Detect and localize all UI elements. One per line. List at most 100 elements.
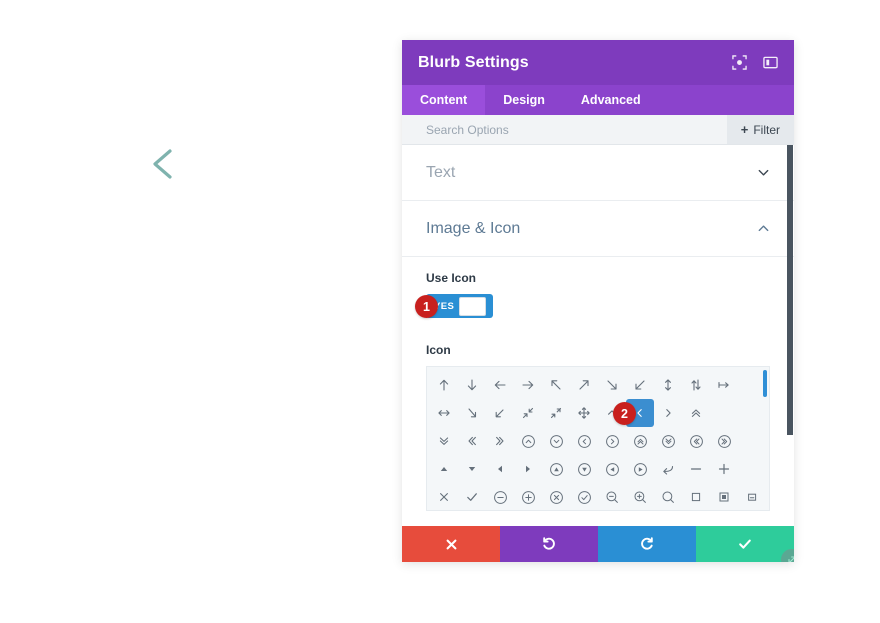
panel-header: Blurb Settings — [402, 40, 794, 85]
icon-square-icon[interactable] — [682, 483, 710, 510]
icon-close-x-icon[interactable] — [430, 483, 458, 510]
panel-scrollbar-track[interactable] — [786, 145, 794, 526]
icon-circle-chevron-right-icon[interactable] — [598, 427, 626, 455]
layout-panel-icon[interactable] — [763, 55, 778, 70]
icon-triangle-right-icon[interactable] — [514, 455, 542, 483]
icon-chevrons-up-icon[interactable] — [682, 399, 710, 427]
icon-circle-check-icon[interactable] — [570, 483, 598, 510]
section-text-title: Text — [426, 163, 456, 181]
redo-icon — [641, 537, 653, 550]
icon-arrow-right-icon[interactable] — [514, 371, 542, 399]
icon-circle-chevrons-right-icon[interactable] — [710, 427, 738, 455]
icon-check-icon[interactable] — [458, 483, 486, 510]
icon-triangle-down-icon[interactable] — [458, 455, 486, 483]
icon-grid-scrollbar[interactable] — [763, 370, 767, 397]
icon-arrow-up-icon[interactable] — [430, 371, 458, 399]
icon-circle-chevrons-up-icon[interactable] — [626, 427, 654, 455]
icon-arrow-down-right-icon[interactable] — [598, 371, 626, 399]
icon-arrow-up-left-icon[interactable] — [542, 371, 570, 399]
icon-grid: 2 — [427, 367, 769, 510]
icon-zoom-in-icon[interactable] — [626, 483, 654, 510]
cancel-button[interactable] — [402, 526, 500, 562]
search-input[interactable] — [426, 122, 727, 137]
icon-triangle-up-icon[interactable] — [430, 455, 458, 483]
icon-arrow-right-to-bar-icon[interactable] — [710, 371, 738, 399]
plus-icon: + — [740, 122, 749, 137]
icon-circle-minus-icon[interactable] — [486, 483, 514, 510]
use-icon-label: Use Icon — [426, 271, 477, 285]
undo-button[interactable] — [500, 526, 598, 562]
section-image-icon-title: Image & Icon — [426, 219, 521, 237]
icon-circle-triangle-up-icon[interactable] — [542, 455, 570, 483]
panel-action-bar — [402, 526, 794, 562]
blurb-settings-panel: Blurb Settings Content Design Advanced S… — [402, 40, 794, 562]
header-icon-group — [732, 55, 778, 70]
icon-chevrons-down-icon[interactable] — [430, 427, 458, 455]
icon-arrows-expand-icon[interactable] — [542, 399, 570, 427]
chevron-down-icon — [758, 169, 769, 176]
icon-circle-chevron-left-icon[interactable] — [570, 427, 598, 455]
close-x-icon — [446, 539, 456, 549]
panel-body: Text Image & Icon Use Icon 1 YES Icon 2 — [402, 145, 794, 526]
icon-chevrons-left-icon[interactable] — [458, 427, 486, 455]
section-text[interactable]: Text — [402, 145, 794, 201]
icon-arrow-expand-down-right-icon[interactable] — [458, 399, 486, 427]
annotation-badge-1: 1 — [415, 295, 438, 318]
undo-icon — [543, 537, 555, 550]
icon-arrow-return-icon[interactable] — [654, 455, 682, 483]
icon-circle-triangle-right-icon[interactable] — [626, 455, 654, 483]
icon-arrow-left-icon[interactable] — [486, 371, 514, 399]
resize-diagonal-icon — [787, 555, 794, 562]
canvas-back-chevron[interactable] — [146, 146, 182, 182]
icon-minus-icon[interactable] — [682, 455, 710, 483]
icon-circle-chevron-down-icon[interactable] — [542, 427, 570, 455]
search-row: + Filter — [402, 115, 794, 145]
icon-zoom-out-icon[interactable] — [598, 483, 626, 510]
icon-circle-chevrons-down-icon[interactable] — [654, 427, 682, 455]
icon-arrows-collapse-icon[interactable] — [514, 399, 542, 427]
tab-content[interactable]: Content — [402, 85, 486, 115]
icon-minimize-icon[interactable] — [738, 483, 766, 510]
focus-target-icon[interactable] — [732, 55, 747, 70]
icon-spacer-3 — [738, 399, 766, 427]
icon-picker: 2 — [426, 366, 770, 511]
icon-arrows-horizontal-icon[interactable] — [430, 399, 458, 427]
save-button[interactable] — [696, 526, 794, 562]
icon-circle-triangle-down-icon[interactable] — [570, 455, 598, 483]
icon-spacer-5 — [738, 455, 766, 483]
icon-arrow-down-icon[interactable] — [458, 371, 486, 399]
image-icon-section-body: Use Icon 1 YES Icon 2 — [402, 257, 794, 526]
icon-arrow-up-right-icon[interactable] — [570, 371, 598, 399]
icon-chevrons-right-icon[interactable] — [486, 427, 514, 455]
filter-button[interactable]: + Filter — [726, 115, 794, 144]
toggle-knob — [459, 296, 487, 316]
icon-spacer-4 — [738, 427, 766, 455]
icon-search-icon[interactable] — [654, 483, 682, 510]
icon-circle-plus-icon[interactable] — [514, 483, 542, 510]
icon-chevron-left-small-icon[interactable]: 2 — [613, 399, 654, 427]
icon-circle-triangle-left-icon[interactable] — [598, 455, 626, 483]
tab-design[interactable]: Design — [485, 85, 563, 115]
redo-button[interactable] — [598, 526, 696, 562]
icon-triangle-left-icon[interactable] — [486, 455, 514, 483]
icon-move-icon[interactable] — [570, 399, 598, 427]
use-icon-toggle-wrap: 1 YES — [415, 294, 493, 318]
icon-chevron-right-small-icon[interactable] — [654, 399, 682, 427]
section-image-icon[interactable]: Image & Icon — [402, 201, 794, 257]
icon-circle-chevrons-left-icon[interactable] — [682, 427, 710, 455]
icon-circle-chevron-up-icon[interactable] — [514, 427, 542, 455]
icon-plus-icon[interactable] — [710, 455, 738, 483]
tab-advanced[interactable]: Advanced — [563, 85, 659, 115]
icon-field-label: Icon — [426, 343, 451, 357]
icon-square-filled-icon[interactable] — [710, 483, 738, 510]
icon-arrow-expand-up-left-icon[interactable] — [486, 399, 514, 427]
icon-spacer-2 — [710, 399, 738, 427]
panel-scrollbar-thumb[interactable] — [787, 145, 793, 435]
chevron-up-icon — [758, 225, 769, 232]
icon-arrow-down-left-icon[interactable] — [626, 371, 654, 399]
icon-arrows-vertical-alt-icon[interactable] — [682, 371, 710, 399]
icon-arrows-vertical-icon[interactable] — [654, 371, 682, 399]
icon-spacer-1 — [738, 371, 766, 399]
annotation-badge-2: 2 — [613, 402, 636, 425]
icon-circle-x-icon[interactable] — [542, 483, 570, 510]
